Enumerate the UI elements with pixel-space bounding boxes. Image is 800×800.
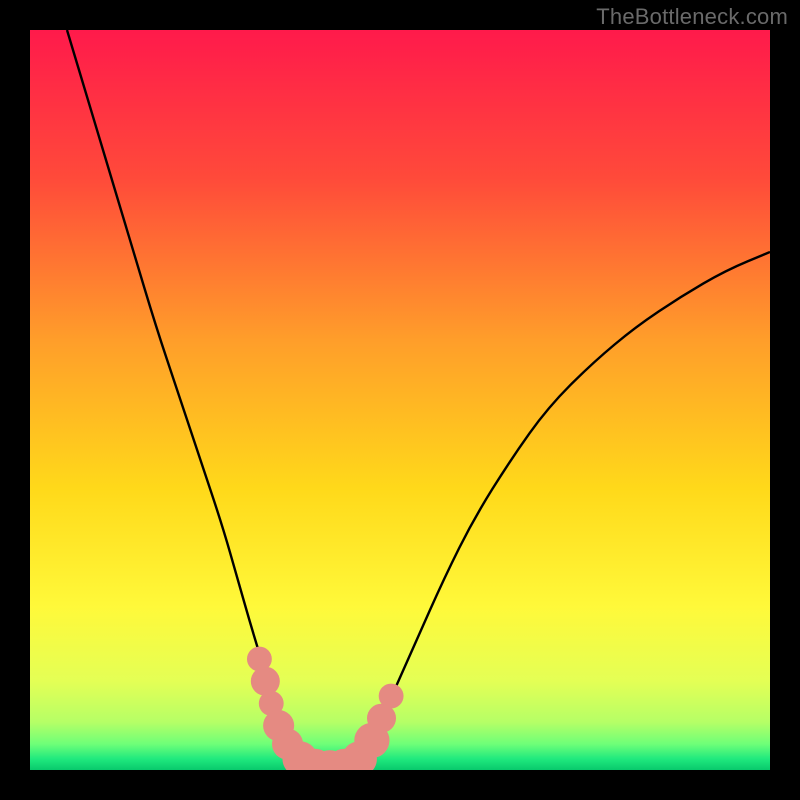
- bottleneck-curve: [67, 30, 770, 770]
- highlight-dot: [379, 684, 404, 709]
- highlight-dots: [247, 647, 404, 770]
- watermark-text: TheBottleneck.com: [596, 4, 788, 30]
- plot-area: [30, 30, 770, 770]
- highlight-dot: [251, 667, 280, 696]
- chart-frame: TheBottleneck.com: [0, 0, 800, 800]
- chart-svg: [30, 30, 770, 770]
